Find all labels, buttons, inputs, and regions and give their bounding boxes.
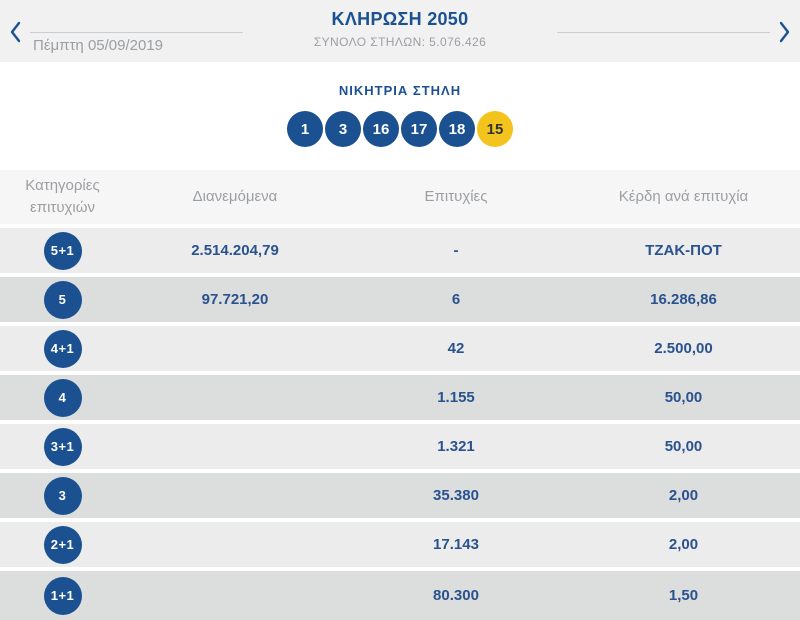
- divider-line: [557, 32, 770, 33]
- wins-cell: 1.321: [345, 438, 567, 455]
- distributed-cell: 2.514.204,79: [125, 242, 345, 259]
- category-badge: 5+1: [44, 232, 82, 270]
- joker-number-ball: 15: [477, 111, 513, 147]
- winning-number-ball: 1: [287, 111, 323, 147]
- winning-number-ball: 18: [439, 111, 475, 147]
- table-row: 5 97.721,20 6 16.286,86: [0, 277, 800, 322]
- winning-number-ball: 16: [363, 111, 399, 147]
- next-draw-button[interactable]: [772, 19, 796, 45]
- winning-number-ball: 17: [401, 111, 437, 147]
- table-row: 2+1 17.143 2,00: [0, 522, 800, 567]
- draw-header: Πέμπτη 05/09/2019 ΚΛΗΡΩΣΗ 2050 ΣΥΝΟΛΟ ΣΤ…: [0, 0, 800, 62]
- table-row: 4+1 42 2.500,00: [0, 326, 800, 371]
- wins-cell: 17.143: [345, 536, 567, 553]
- category-badge: 2+1: [44, 526, 82, 564]
- table-row: 3 35.380 2,00: [0, 473, 800, 518]
- prize-cell: 50,00: [567, 389, 800, 406]
- category-badge: 5: [44, 281, 82, 319]
- category-badge: 4+1: [44, 330, 82, 368]
- column-header-distributed: Διανεμόμενα: [125, 186, 345, 208]
- chevron-right-icon: [772, 19, 796, 45]
- winning-column-label: ΝΙΚΗΤΡΙΑ ΣΤΗΛΗ: [0, 83, 800, 98]
- table-row: 1+1 80.300 1,50: [0, 571, 800, 620]
- prize-cell: 2.500,00: [567, 340, 800, 357]
- total-columns: ΣΥΝΟΛΟ ΣΤΗΛΩΝ: 5.076.426: [250, 35, 550, 49]
- category-badge: 3+1: [44, 428, 82, 466]
- prize-cell: 16.286,86: [567, 291, 800, 308]
- table-row: 3+1 1.321 50,00: [0, 424, 800, 469]
- prize-cell: 2,00: [567, 536, 800, 553]
- divider-line: [30, 32, 243, 33]
- draw-title: ΚΛΗΡΩΣΗ 2050: [250, 9, 550, 30]
- wins-cell: -: [345, 242, 567, 259]
- results-table: Κατηγορίες επιτυχιών Διανεμόμενα Επιτυχί…: [0, 170, 800, 620]
- prize-cell: 50,00: [567, 438, 800, 455]
- prize-cell: ΤΖΑΚ-ΠΟΤ: [567, 242, 800, 259]
- table-row: 5+1 2.514.204,79 - ΤΖΑΚ-ΠΟΤ: [0, 228, 800, 273]
- prize-cell: 1,50: [567, 587, 800, 604]
- table-body: 5+1 2.514.204,79 - ΤΖΑΚ-ΠΟΤ 5 97.721,20 …: [0, 228, 800, 620]
- wins-cell: 80.300: [345, 587, 567, 604]
- category-badge: 1+1: [44, 577, 82, 615]
- chevron-left-icon: [4, 19, 28, 45]
- category-badge: 4: [44, 379, 82, 417]
- table-header-row: Κατηγορίες επιτυχιών Διανεμόμενα Επιτυχί…: [0, 170, 800, 224]
- category-badge: 3: [44, 477, 82, 515]
- prize-cell: 2,00: [567, 487, 800, 504]
- column-header-wins: Επιτυχίες: [345, 186, 567, 208]
- column-header-prize: Κέρδη ανά επιτυχία: [567, 186, 800, 208]
- wins-cell: 35.380: [345, 487, 567, 504]
- draw-date: Πέμπτη 05/09/2019: [33, 37, 163, 54]
- wins-cell: 6: [345, 291, 567, 308]
- column-header-categories: Κατηγορίες επιτυχιών: [0, 175, 125, 219]
- wins-cell: 42: [345, 340, 567, 357]
- winning-number-ball: 3: [325, 111, 361, 147]
- table-row: 4 1.155 50,00: [0, 375, 800, 420]
- winning-numbers: 1 3 16 17 18 15: [0, 111, 800, 147]
- wins-cell: 1.155: [345, 389, 567, 406]
- winning-column-section: ΝΙΚΗΤΡΙΑ ΣΤΗΛΗ 1 3 16 17 18 15: [0, 62, 800, 147]
- distributed-cell: 97.721,20: [125, 291, 345, 308]
- prev-draw-button[interactable]: [4, 19, 28, 45]
